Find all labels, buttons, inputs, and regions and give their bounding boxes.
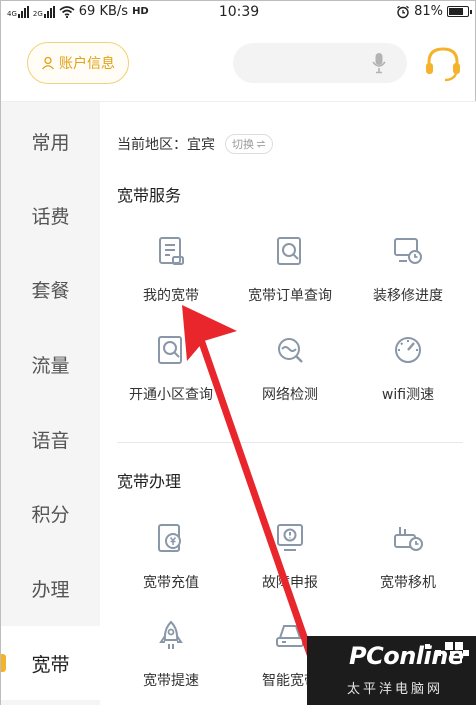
section-title-broadband-services: 宽带服务 bbox=[117, 186, 182, 205]
network-check-label: 网络检测 bbox=[262, 387, 318, 403]
category-sidebar: 常用 话费 套餐 流量 语音 积分 办理 宽带 bbox=[1, 102, 100, 705]
rocket-icon bbox=[159, 620, 183, 649]
community-query-button[interactable]: 开通小区查询 bbox=[111, 334, 231, 420]
fault-report-button[interactable]: 故障申报 bbox=[230, 522, 350, 608]
battery-percent: 81% bbox=[414, 4, 443, 19]
status-bar: 4G 2G 69 KB/s HD 10:39 81% bbox=[1, 1, 476, 25]
account-info-button[interactable]: 账户信息 bbox=[27, 42, 129, 84]
current-region: 当前地区：宜宾 bbox=[117, 137, 215, 153]
sidebar-item-common[interactable]: 常用 bbox=[1, 104, 100, 178]
sidebar-item-phone-bill[interactable]: 话费 bbox=[1, 178, 100, 252]
broadband-relocate-button[interactable]: 宽带移机 bbox=[348, 522, 468, 608]
section-divider bbox=[117, 442, 463, 443]
active-marker bbox=[1, 654, 6, 672]
my-broadband-button[interactable]: 我的宽带 bbox=[111, 235, 231, 321]
network-check-button[interactable]: 网络检测 bbox=[230, 334, 350, 420]
clock: 10:39 bbox=[218, 4, 260, 20]
watermark-brand: PConline bbox=[349, 642, 464, 670]
section-title-broadband-handling: 宽带办理 bbox=[117, 472, 182, 491]
my-broadband-label: 我的宽带 bbox=[143, 288, 199, 304]
account-info-label: 账户信息 bbox=[59, 56, 115, 72]
fault-report-label: 故障申报 bbox=[262, 575, 318, 591]
broadband-recharge-button[interactable]: 宽带充值 bbox=[111, 522, 231, 608]
recharge-icon bbox=[158, 524, 181, 552]
main-content: 当前地区：宜宾 切换 宽带服务 我的宽带 宽带订单查询 装移修进度 开通小区查询… bbox=[100, 102, 476, 705]
pconline-watermark-logo: PConline 太平洋电脑网 bbox=[307, 636, 476, 705]
swap-icon bbox=[256, 140, 266, 148]
installation-progress-label: 装移修进度 bbox=[373, 288, 443, 304]
search-input[interactable] bbox=[247, 51, 367, 75]
sidebar-item-points[interactable]: 积分 bbox=[1, 476, 100, 550]
recharge-label: 宽带充值 bbox=[143, 575, 199, 591]
sidebar-item-broadband[interactable]: 宽带 bbox=[1, 626, 100, 700]
relocate-label: 宽带移机 bbox=[380, 575, 436, 591]
search-bar[interactable] bbox=[233, 43, 407, 83]
installation-progress-button[interactable]: 装移修进度 bbox=[348, 235, 468, 321]
progress-clock-icon bbox=[394, 238, 422, 264]
switch-region-button[interactable]: 切换 bbox=[225, 134, 273, 154]
alarm-icon bbox=[397, 5, 410, 18]
community-query-label: 开通小区查询 bbox=[129, 387, 213, 403]
sidebar-item-data[interactable]: 流量 bbox=[1, 327, 100, 401]
network-check-icon bbox=[278, 338, 303, 363]
header: 账户信息 bbox=[1, 25, 476, 101]
community-search-icon bbox=[158, 336, 182, 364]
relocate-icon bbox=[394, 527, 423, 551]
sidebar-item-services[interactable]: 办理 bbox=[1, 551, 100, 625]
sidebar-item-voice[interactable]: 语音 bbox=[1, 402, 100, 476]
wifi-speed-test-label: wifi测速 bbox=[381, 387, 435, 403]
user-icon bbox=[42, 56, 54, 70]
microphone-icon[interactable] bbox=[371, 52, 387, 74]
speedup-label: 宽带提速 bbox=[143, 673, 199, 689]
broadband-speedup-button[interactable]: 宽带提速 bbox=[111, 620, 231, 705]
order-search-icon bbox=[277, 237, 301, 265]
wifi-speed-test-button[interactable]: wifi测速 bbox=[348, 334, 468, 420]
document-icon bbox=[159, 237, 184, 265]
battery-icon bbox=[447, 6, 472, 17]
customer-service-headset-icon[interactable] bbox=[423, 44, 463, 84]
router-icon bbox=[276, 625, 304, 647]
fault-report-icon bbox=[277, 524, 303, 551]
region-row: 当前地区：宜宾 切换 bbox=[117, 134, 273, 154]
broadband-order-query-button[interactable]: 宽带订单查询 bbox=[230, 235, 350, 321]
speedometer-icon bbox=[395, 337, 421, 363]
watermark-subtitle: 太平洋电脑网 bbox=[347, 682, 444, 697]
order-query-label: 宽带订单查询 bbox=[248, 288, 332, 304]
sidebar-item-package[interactable]: 套餐 bbox=[1, 252, 100, 326]
